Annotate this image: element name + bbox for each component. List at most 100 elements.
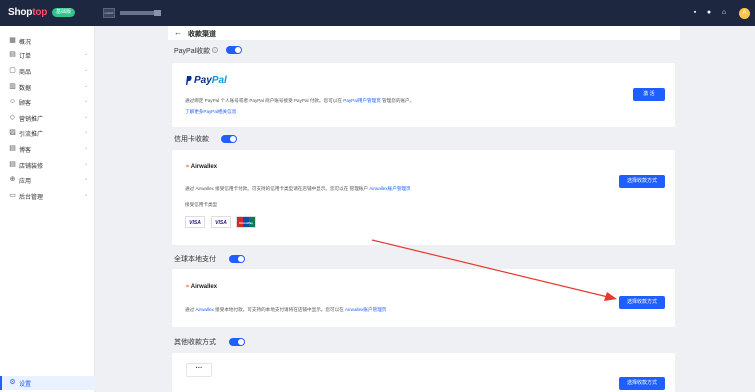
sidebar-item-label: 数据 (19, 86, 32, 92)
local-desc-text: 通过 (185, 307, 196, 312)
sidebar-item-label: 博客 (19, 148, 32, 154)
chevron-down-icon: ⌄ (84, 176, 89, 182)
credit-card-description: 通过 Airwallex 接受信用卡付款。可支持的信用卡类型请在店铺中显示。您可… (185, 186, 411, 192)
sidebar-item-label: 店铺装修 (19, 164, 44, 170)
chevron-down-icon: ⌄ (84, 145, 89, 151)
paypal-user-admin-link[interactable]: PayPal用户管理页 (343, 98, 381, 103)
paypal-desc-text-2: 管理您的账户。 (380, 98, 415, 103)
sidebar-item-admin[interactable]: ▭ 后台管理 ⌄ (0, 189, 95, 203)
credit-card-toggle[interactable] (221, 135, 237, 143)
credit-card-select-method-button[interactable]: 选择收款方式 (619, 175, 665, 188)
sidebar-item-label: 订单 (19, 54, 32, 60)
paypal-learn-more-link[interactable]: 了解更多PayPal相关信息 (185, 109, 236, 115)
sidebar-item-blog[interactable]: ▤ 博客 ⌄ (0, 142, 95, 156)
visa-electron-card-icon: VISA (211, 216, 231, 228)
airwallex-admin-link[interactable]: Airwallex账户管理页 (345, 307, 386, 312)
store-design-icon: ▤ (9, 161, 16, 168)
store-name[interactable] (120, 11, 158, 15)
local-payment-section-title: 全球本地支付 (174, 256, 216, 263)
credit-card-section-title: 信用卡收款 (174, 136, 209, 143)
traffic-icon: ▨ (9, 129, 16, 136)
airwallex-mark-icon: ≈ (186, 164, 190, 170)
back-arrow-icon[interactable]: ← (174, 28, 182, 37)
paypal-logo-pal: Pal (211, 75, 227, 86)
sidebar: ▦ 概况 ▤ 订单 ⌄ ▢ 商品 ⌄ ▥ 数据 ⌄ ☺ 顾客 ⌄ ◇ 营销推广 … (0, 26, 95, 392)
store-switch-icon[interactable] (154, 10, 161, 16)
help-icon[interactable]: ● (705, 9, 713, 17)
more-dots-icon: ··· (186, 363, 212, 377)
credit-card-card: ≈ Airwallex 通过 Airwallex 接受信用卡付款。可支持的信用卡… (172, 150, 675, 245)
paypal-logo-pay: Pay (194, 75, 212, 86)
airwallex-logo: ≈ Airwallex (186, 164, 217, 170)
paypal-p-icon (186, 76, 192, 85)
visa-card-icon: VISA (185, 216, 205, 228)
paypal-card: PayPal 通过绑定 PayPal 个人账号或者 PayPal 商户账号接受 … (172, 63, 675, 127)
chevron-down-icon: ⌄ (84, 67, 89, 73)
sidebar-item-label: 设置 (19, 382, 32, 388)
logo-text-shop: Shop (8, 7, 33, 18)
credit-desc-text: 通过 Airwallex 接受信用卡付款。可支持的信用卡类型请在店铺中显示。您可… (185, 186, 370, 191)
paypal-logo: PayPal (194, 75, 227, 86)
sidebar-item-label: 后台管理 (19, 195, 44, 201)
top-bar: Shoptop 基础版 LOGO ▪ ● ⌂ A (0, 0, 755, 26)
airwallex-link[interactable]: Airwallex (195, 307, 213, 312)
paypal-section-title: PayPal收款 (174, 48, 211, 55)
sidebar-item-overview[interactable]: ▦ 概况 (0, 34, 95, 48)
paypal-toggle[interactable] (226, 46, 242, 54)
sidebar-item-label: 顾客 (19, 101, 32, 107)
unionpay-card-icon: UnionPay (236, 216, 256, 228)
sidebar-item-data[interactable]: ▥ 数据 ⌄ (0, 80, 95, 94)
sidebar-item-label: 商品 (19, 70, 32, 76)
store-logo[interactable]: LOGO (103, 8, 115, 18)
chevron-down-icon: ⌄ (84, 98, 89, 104)
local-payment-description: 通过 Airwallex 接受本地付款。可支持的本地支付请将在店铺中显示。您可以… (185, 307, 386, 313)
sidebar-item-apps[interactable]: ⊕ 应用 ⌄ (0, 173, 95, 187)
sidebar-item-store-design[interactable]: ▤ 店铺装修 ⌄ (0, 158, 95, 172)
data-icon: ▥ (9, 83, 16, 90)
paypal-description: 通过绑定 PayPal 个人账号或者 PayPal 商户账号接受 PayPal … (185, 98, 414, 104)
chevron-down-icon: ⌄ (84, 192, 89, 198)
home-icon[interactable]: ⌂ (720, 9, 728, 17)
other-payment-section-title: 其他收款方式 (174, 339, 216, 346)
sidebar-item-orders[interactable]: ▤ 订单 ⌄ (0, 48, 95, 62)
marketing-icon: ◇ (9, 114, 16, 121)
admin-icon: ▭ (9, 192, 16, 199)
plan-badge: 基础版 (52, 8, 76, 17)
dashboard-icon: ▦ (9, 37, 16, 44)
sidebar-item-label: 概况 (19, 40, 32, 46)
sidebar-item-settings[interactable]: ⚙ 设置 (0, 376, 95, 390)
page-header: ← 收款渠道 (168, 26, 680, 40)
chevron-down-icon: ⌄ (84, 129, 89, 135)
blog-icon: ▤ (9, 145, 16, 152)
local-desc-text-2: 接受本地付款。可支持的本地支付请将在店铺中显示。您可以在 (213, 307, 346, 312)
chevron-down-icon: ⌄ (84, 83, 89, 89)
sidebar-item-products[interactable]: ▢ 商品 ⌄ (0, 64, 95, 78)
customers-icon: ☺ (9, 98, 17, 105)
airwallex-logo-text: Airwallex (190, 284, 218, 290)
shoptop-logo[interactable]: Shoptop (8, 7, 47, 18)
local-payment-select-method-button[interactable]: 选择收款方式 (619, 296, 665, 309)
other-payment-select-method-button[interactable]: 选择收款方式 (619, 377, 665, 390)
products-icon: ▢ (9, 67, 16, 74)
orders-icon: ▤ (9, 51, 16, 58)
sidebar-item-traffic[interactable]: ▨ 引流推广 ⌄ (0, 126, 95, 140)
accepted-cards-label: 接受信用卡类型 (185, 202, 218, 207)
other-payment-toggle[interactable] (229, 338, 245, 346)
grid-icon[interactable]: ▪ (691, 9, 699, 17)
activate-paypal-button[interactable]: 激 活 (633, 88, 665, 101)
sidebar-item-marketing[interactable]: ◇ 营销推广 ⌄ (0, 111, 95, 125)
airwallex-admin-link[interactable]: Airwallex账户管理页 (369, 186, 410, 191)
avatar[interactable]: A (739, 8, 750, 19)
help-circle-icon[interactable]: ? (212, 47, 218, 53)
sidebar-item-label: 应用 (19, 179, 32, 185)
logo-text-top: top (32, 7, 48, 18)
sidebar-item-label: 引流推广 (19, 132, 44, 138)
local-payment-toggle[interactable] (229, 255, 245, 263)
local-payment-card: ≈ Airwallex 通过 Airwallex 接受本地付款。可支持的本地支付… (172, 269, 675, 327)
chevron-down-icon: ⌄ (84, 161, 89, 167)
chevron-down-icon: ⌄ (84, 114, 89, 120)
paypal-desc-text: 通过绑定 PayPal 个人账号或者 PayPal 商户账号接受 PayPal … (185, 98, 344, 103)
airwallex-logo-text: Airwallex (190, 164, 218, 170)
other-payment-card: ··· 选择收款方式 (172, 353, 675, 392)
sidebar-item-customers[interactable]: ☺ 顾客 ⌄ (0, 95, 95, 109)
